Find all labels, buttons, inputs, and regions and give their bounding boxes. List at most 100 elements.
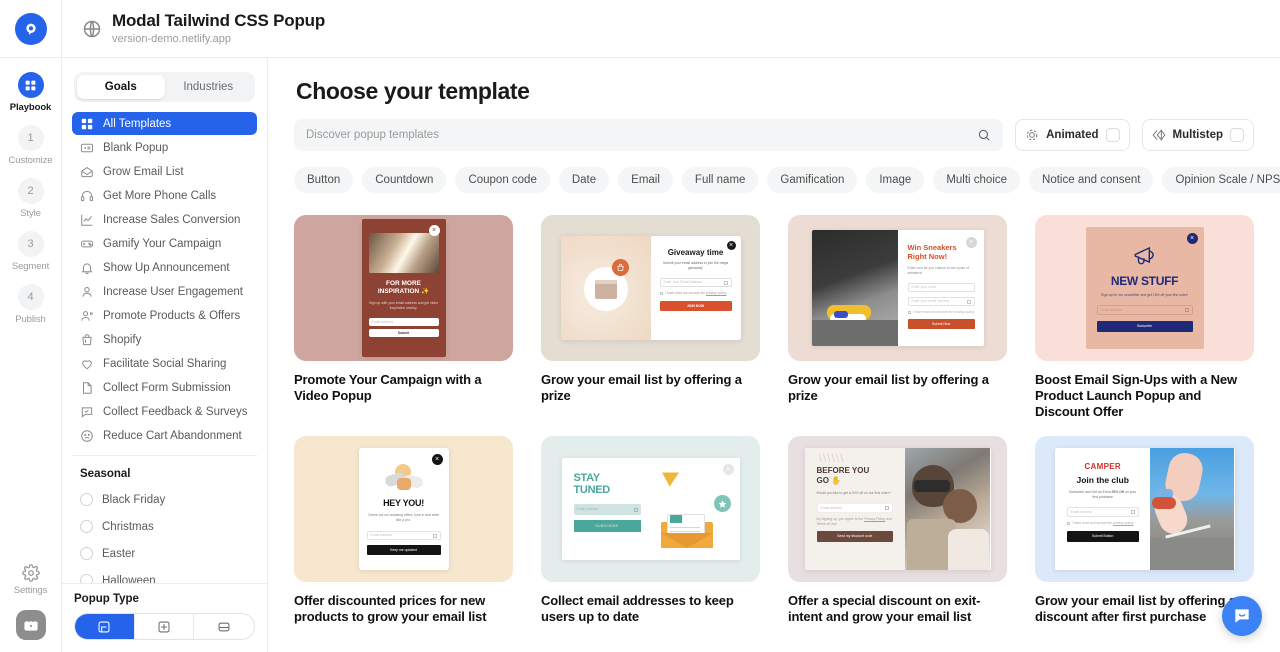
- seasonal-item-halloween[interactable]: Halloween: [72, 567, 257, 583]
- template-thumbnail[interactable]: × CAMPER Join the club Subscribe and Get…: [1035, 436, 1254, 582]
- sidebar-item-label: Increase User Engagement: [103, 285, 243, 298]
- rail-item-customize[interactable]: 1 Customize: [0, 125, 61, 166]
- sidebar-item-increase-sales-conversion[interactable]: Increase Sales Conversion: [72, 208, 257, 231]
- rail-item-segment[interactable]: 3 Segment: [0, 231, 61, 272]
- sidebar-item-show-up-announcement[interactable]: Show Up Announcement: [72, 256, 257, 279]
- avatar[interactable]: [15, 610, 46, 640]
- template-card[interactable]: × \\\\\\ BEFORE YOUGO ✋ Would you like t…: [788, 436, 1007, 625]
- chip-notice-and-consent[interactable]: Notice and consent: [1029, 167, 1154, 193]
- template-thumbnail[interactable]: × STAY TUNED Email address SUBSCRIBE: [541, 436, 760, 582]
- template-title: Collect email addresses to keep users up…: [541, 593, 734, 624]
- popup-type-fullscreen-button[interactable]: [135, 614, 195, 639]
- heart-icon: [80, 357, 94, 371]
- template-thumbnail[interactable]: × \\\\\\ BEFORE YOUGO ✋ Would you like t…: [788, 436, 1007, 582]
- sidebar-item-shopify[interactable]: Shopify: [72, 328, 257, 351]
- sad-face-icon: [80, 429, 94, 443]
- sidebar-item-collect-form-submission[interactable]: Collect Form Submission: [72, 376, 257, 399]
- sidebar-item-blank-popup[interactable]: Blank Popup: [72, 136, 257, 159]
- search-bar[interactable]: [294, 119, 1004, 151]
- fullscreen-popup-icon: [158, 621, 170, 632]
- headset-icon: [80, 189, 94, 203]
- chip-full-name[interactable]: Full name: [681, 167, 759, 193]
- close-icon[interactable]: ×: [726, 241, 736, 250]
- globe-icon: [82, 19, 102, 39]
- tab-industries[interactable]: Industries: [165, 75, 253, 99]
- template-grid: × FOR MORE INSPIRATION ✨ Sign up with you…: [294, 215, 1254, 625]
- close-icon[interactable]: ×: [1186, 233, 1198, 244]
- user-icon: [80, 285, 94, 299]
- step-badge: 4: [17, 284, 44, 310]
- sidebar-item-facilitate-social-sharing[interactable]: Facilitate Social Sharing: [72, 352, 257, 375]
- chip-image[interactable]: Image: [866, 167, 925, 193]
- radio-icon[interactable]: [80, 574, 93, 583]
- template-card[interactable]: × HEY YOU! Check out our amazing offers,…: [294, 436, 513, 625]
- bar-popup-icon: [218, 622, 230, 631]
- close-icon[interactable]: ×: [965, 237, 977, 248]
- popup-type-filter: Popup Type: [62, 583, 267, 652]
- template-thumbnail[interactable]: × NEW STUFF Sign up for our newsletter a…: [1035, 215, 1254, 361]
- grid-icon: [80, 117, 94, 131]
- rail-item-style[interactable]: 2 Style: [0, 178, 61, 219]
- filter-multistep-checkbox[interactable]: [1230, 128, 1244, 142]
- search-input[interactable]: [306, 129, 970, 141]
- filter-animated[interactable]: Animated: [1015, 119, 1130, 151]
- chip-date[interactable]: Date: [558, 167, 610, 193]
- rail-item-settings[interactable]: Settings: [0, 564, 61, 596]
- sidebar-item-collect-feedback-and-surveys[interactable]: Collect Feedback & Surveys: [72, 400, 257, 423]
- sidebar-item-all-templates[interactable]: All Templates: [72, 112, 257, 135]
- sidebar-item-gamify-your-campaign[interactable]: Gamify Your Campaign: [72, 232, 257, 255]
- sidebar-item-get-more-phone-calls[interactable]: Get More Phone Calls: [72, 184, 257, 207]
- template-card[interactable]: × NEW STUFF Sign up for our newsletter a…: [1035, 215, 1254, 420]
- template-card[interactable]: × FOR MORE INSPIRATION ✨ Sign up with you…: [294, 215, 513, 420]
- popup-type-bar-button[interactable]: [194, 614, 254, 639]
- template-thumbnail[interactable]: × HEY YOU! Check out our amazing offers,…: [294, 436, 513, 582]
- filter-multistep[interactable]: Multistep: [1141, 119, 1254, 151]
- filter-animated-checkbox[interactable]: [1105, 128, 1120, 142]
- template-card[interactable]: × Win Sneakers Right Now! Enter now for y…: [788, 215, 1007, 420]
- animated-icon: [1025, 128, 1039, 142]
- rail-item-playbook[interactable]: Playbook: [0, 72, 61, 113]
- radio-icon[interactable]: [80, 520, 93, 533]
- sidebar-item-promote-products-and-offers[interactable]: Promote Products & Offers: [72, 304, 257, 327]
- chip-coupon-code[interactable]: Coupon code: [455, 167, 550, 193]
- template-thumbnail[interactable]: × Win Sneakers Right Now! Enter now for y…: [788, 215, 1007, 361]
- close-icon[interactable]: ×: [431, 454, 443, 465]
- secondary-sidebar: Goals Industries All Templates Blank Pop…: [62, 58, 268, 652]
- seasonal-item-easter[interactable]: Easter: [72, 540, 257, 567]
- sidebar-item-label: Reduce Cart Abandonment: [103, 429, 242, 442]
- template-card[interactable]: × CAMPER Join the club Subscribe and Get…: [1035, 436, 1254, 625]
- chat-bubble-icon[interactable]: [1222, 596, 1262, 636]
- chip-multi-choice[interactable]: Multi choice: [933, 167, 1021, 193]
- sidebar-item-label: Shopify: [103, 333, 142, 346]
- chip-opinion-scale-nps[interactable]: Opinion Scale / NPS: [1162, 167, 1280, 193]
- radio-icon[interactable]: [80, 493, 93, 506]
- search-icon[interactable]: [977, 128, 991, 142]
- sidebar-item-label: Grow Email List: [103, 165, 184, 178]
- popup-type-modal-button[interactable]: [75, 614, 135, 639]
- template-card[interactable]: × STAY TUNED Email address SUBSCRIBE Col…: [541, 436, 760, 625]
- rail-item-publish[interactable]: 4 Publish: [0, 284, 61, 325]
- chip-gamification[interactable]: Gamification: [767, 167, 858, 193]
- seasonal-item-christmas[interactable]: Christmas: [72, 513, 257, 540]
- chip-countdown[interactable]: Countdown: [362, 167, 447, 193]
- app-logo[interactable]: [0, 0, 62, 58]
- megaphone-icon: [1134, 246, 1154, 265]
- template-thumbnail[interactable]: × FOR MORE INSPIRATION ✨ Sign up with you…: [294, 215, 513, 361]
- radio-icon[interactable]: [80, 547, 93, 560]
- chip-button[interactable]: Button: [294, 167, 354, 193]
- sidebar-item-grow-email-list[interactable]: Grow Email List: [72, 160, 257, 183]
- sidebar-item-reduce-cart-abandonment[interactable]: Reduce Cart Abandonment: [72, 424, 257, 447]
- template-title: Grow your email list by offering a prize: [788, 372, 989, 403]
- template-card[interactable]: × Giveaway time Submit your email addres…: [541, 215, 760, 420]
- close-icon[interactable]: ×: [428, 225, 440, 236]
- popup-type-heading: Popup Type: [74, 593, 139, 605]
- template-thumbnail[interactable]: × Giveaway time Submit your email addres…: [541, 215, 760, 361]
- sidebar-item-label: Show Up Announcement: [103, 261, 230, 274]
- chip-email[interactable]: Email: [618, 167, 673, 193]
- template-title: Offer discounted prices for new products…: [294, 593, 487, 624]
- seasonal-item-black-friday[interactable]: Black Friday: [72, 486, 257, 513]
- tab-goals[interactable]: Goals: [77, 75, 165, 99]
- filter-animated-label: Animated: [1046, 129, 1099, 141]
- sidebar-nav-list[interactable]: All Templates Blank Popup Grow Email Lis…: [62, 112, 267, 583]
- sidebar-item-increase-user-engagement[interactable]: Increase User Engagement: [72, 280, 257, 303]
